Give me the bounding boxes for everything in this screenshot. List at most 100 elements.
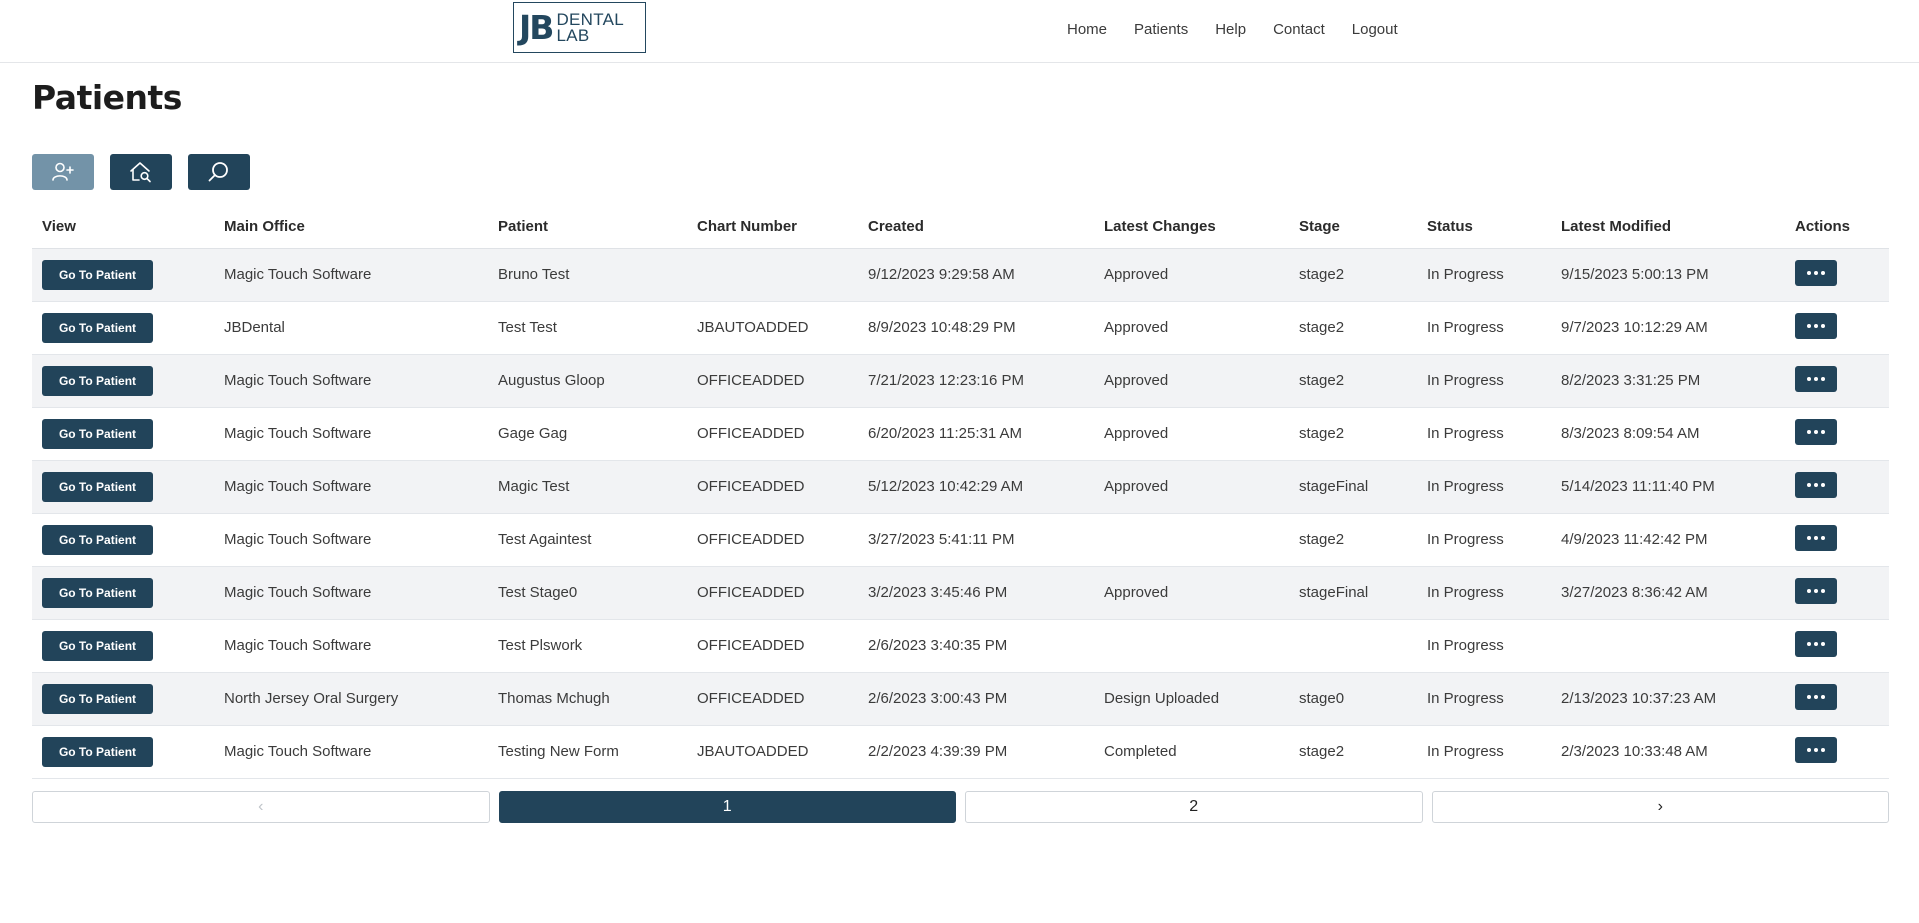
main-office-cell: JBDental (224, 319, 285, 336)
latest-changes-cell: Approved (1104, 478, 1169, 495)
go-to-patient-button[interactable]: Go To Patient (42, 630, 153, 661)
latest-changes-cell: Approved (1104, 266, 1169, 283)
stage-cell: stage2 (1299, 531, 1345, 548)
table-row: Go To Patient North Jersey Oral Surgery … (32, 672, 1889, 725)
ellipsis-icon (1807, 641, 1811, 646)
search-button[interactable] (188, 154, 250, 190)
go-to-patient-button[interactable]: Go To Patient (42, 259, 153, 290)
nav-contact-link[interactable]: Contact (1273, 21, 1325, 38)
column-header-latest-changes: Latest Changes (1094, 206, 1289, 249)
created-cell: 2/6/2023 3:00:43 PM (868, 690, 1008, 707)
created-cell: 2/2/2023 4:39:39 PM (868, 743, 1008, 760)
patient-cell: Testing New Form (498, 743, 619, 760)
ellipsis-icon (1807, 376, 1811, 381)
jb-dental-lab-logo[interactable]: JB DENTAL LAB (513, 2, 646, 53)
stage-cell: stage2 (1299, 743, 1345, 760)
patient-cell: Thomas Mchugh (498, 690, 610, 707)
chart-number-cell: JBAUTOADDED (697, 319, 809, 336)
more-actions-button[interactable] (1795, 736, 1837, 763)
nav-logout-link[interactable]: Logout (1352, 21, 1398, 38)
latest-changes-cell: Approved (1104, 584, 1169, 601)
go-to-patient-button[interactable]: Go To Patient (42, 418, 153, 449)
latest-modified-cell: 9/7/2023 10:12:29 AM (1561, 319, 1708, 336)
stage-cell: stage2 (1299, 425, 1345, 442)
top-navbar: JB DENTAL LAB Home Patients Help Contact… (0, 0, 1919, 63)
table-row: Go To Patient JBDental Test Test JBAUTOA… (32, 301, 1889, 354)
go-to-patient-button[interactable]: Go To Patient (42, 365, 153, 396)
patient-cell: Bruno Test (498, 266, 570, 283)
status-cell: In Progress (1427, 319, 1504, 336)
page-2-button[interactable]: 2 (965, 791, 1423, 823)
patients-toolbar (32, 154, 250, 190)
chart-number-cell: OFFICEADDED (697, 690, 805, 707)
patient-cell: Magic Test (498, 478, 570, 495)
ellipsis-icon (1807, 535, 1811, 540)
created-cell: 3/27/2023 5:41:11 PM (868, 531, 1015, 548)
more-actions-button[interactable] (1795, 577, 1837, 604)
go-to-patient-button[interactable]: Go To Patient (42, 524, 153, 555)
status-cell: In Progress (1427, 425, 1504, 442)
table-row: Go To Patient Magic Touch Software Testi… (32, 725, 1889, 778)
pagination: ‹ 1 2 › (32, 791, 1889, 823)
status-cell: In Progress (1427, 372, 1504, 389)
column-header-stage: Stage (1289, 206, 1417, 249)
more-actions-button[interactable] (1795, 471, 1837, 498)
table-row: Go To Patient Magic Touch Software Augus… (32, 354, 1889, 407)
logo-line-lab: LAB (556, 25, 590, 45)
latest-changes-cell: Approved (1104, 425, 1169, 442)
ellipsis-icon (1807, 270, 1811, 275)
status-cell: In Progress (1427, 690, 1504, 707)
patient-cell: Test Againtest (498, 531, 592, 548)
next-page-button[interactable]: › (1431, 791, 1889, 823)
go-to-patient-button[interactable]: Go To Patient (42, 683, 153, 714)
nav-patients-link[interactable]: Patients (1134, 21, 1188, 38)
column-header-main-office: Main Office (214, 206, 488, 249)
chart-number-cell: OFFICEADDED (697, 584, 805, 601)
more-actions-button[interactable] (1795, 259, 1837, 286)
main-office-cell: Magic Touch Software (224, 637, 372, 654)
ellipsis-icon (1807, 694, 1811, 699)
column-header-latest-modified: Latest Modified (1551, 206, 1785, 249)
latest-changes-cell (1094, 513, 1289, 566)
chart-number-cell (687, 248, 858, 301)
previous-page-button[interactable]: ‹ (32, 791, 490, 823)
search-icon (208, 162, 228, 182)
stage-cell: stage2 (1299, 266, 1345, 283)
table-row: Go To Patient Magic Touch Software Gage … (32, 407, 1889, 460)
page-1-button[interactable]: 1 (498, 791, 956, 823)
go-to-patient-button[interactable]: Go To Patient (42, 312, 153, 343)
latest-modified-cell (1551, 619, 1785, 672)
latest-modified-cell: 2/3/2023 10:33:48 AM (1561, 743, 1708, 760)
go-to-patient-button[interactable]: Go To Patient (42, 736, 153, 767)
chart-number-cell: JBAUTOADDED (697, 743, 809, 760)
more-actions-button[interactable] (1795, 418, 1837, 445)
ellipsis-icon (1807, 429, 1811, 434)
main-office-cell: Magic Touch Software (224, 584, 372, 601)
go-to-patient-button[interactable]: Go To Patient (42, 577, 153, 608)
status-cell: In Progress (1427, 743, 1504, 760)
created-cell: 9/12/2023 9:29:58 AM (868, 266, 1015, 283)
table-row: Go To Patient Magic Touch Software Bruno… (32, 248, 1889, 301)
go-to-patient-button[interactable]: Go To Patient (42, 471, 153, 502)
more-actions-button[interactable] (1795, 524, 1837, 551)
created-cell: 5/12/2023 10:42:29 AM (868, 478, 1024, 495)
office-search-button[interactable] (110, 154, 172, 190)
more-actions-button[interactable] (1795, 365, 1837, 392)
more-actions-button[interactable] (1795, 630, 1837, 657)
ellipsis-icon (1807, 323, 1811, 328)
more-actions-button[interactable] (1795, 683, 1837, 710)
add-patient-button[interactable] (32, 154, 94, 190)
main-office-cell: Magic Touch Software (224, 372, 372, 389)
stage-cell: stageFinal (1299, 478, 1369, 495)
nav-help-link[interactable]: Help (1215, 21, 1246, 38)
page-title: Patients (32, 78, 182, 117)
latest-modified-cell: 5/14/2023 11:11:40 PM (1561, 478, 1715, 495)
logo-text: DENTAL LAB (556, 11, 624, 45)
stage-cell: stage2 (1299, 319, 1345, 336)
status-cell: In Progress (1427, 266, 1504, 283)
latest-modified-cell: 4/9/2023 11:42:42 PM (1561, 531, 1708, 548)
nav-home-link[interactable]: Home (1067, 21, 1107, 38)
latest-changes-cell: Approved (1104, 372, 1169, 389)
main-office-cell: Magic Touch Software (224, 425, 372, 442)
more-actions-button[interactable] (1795, 312, 1837, 339)
